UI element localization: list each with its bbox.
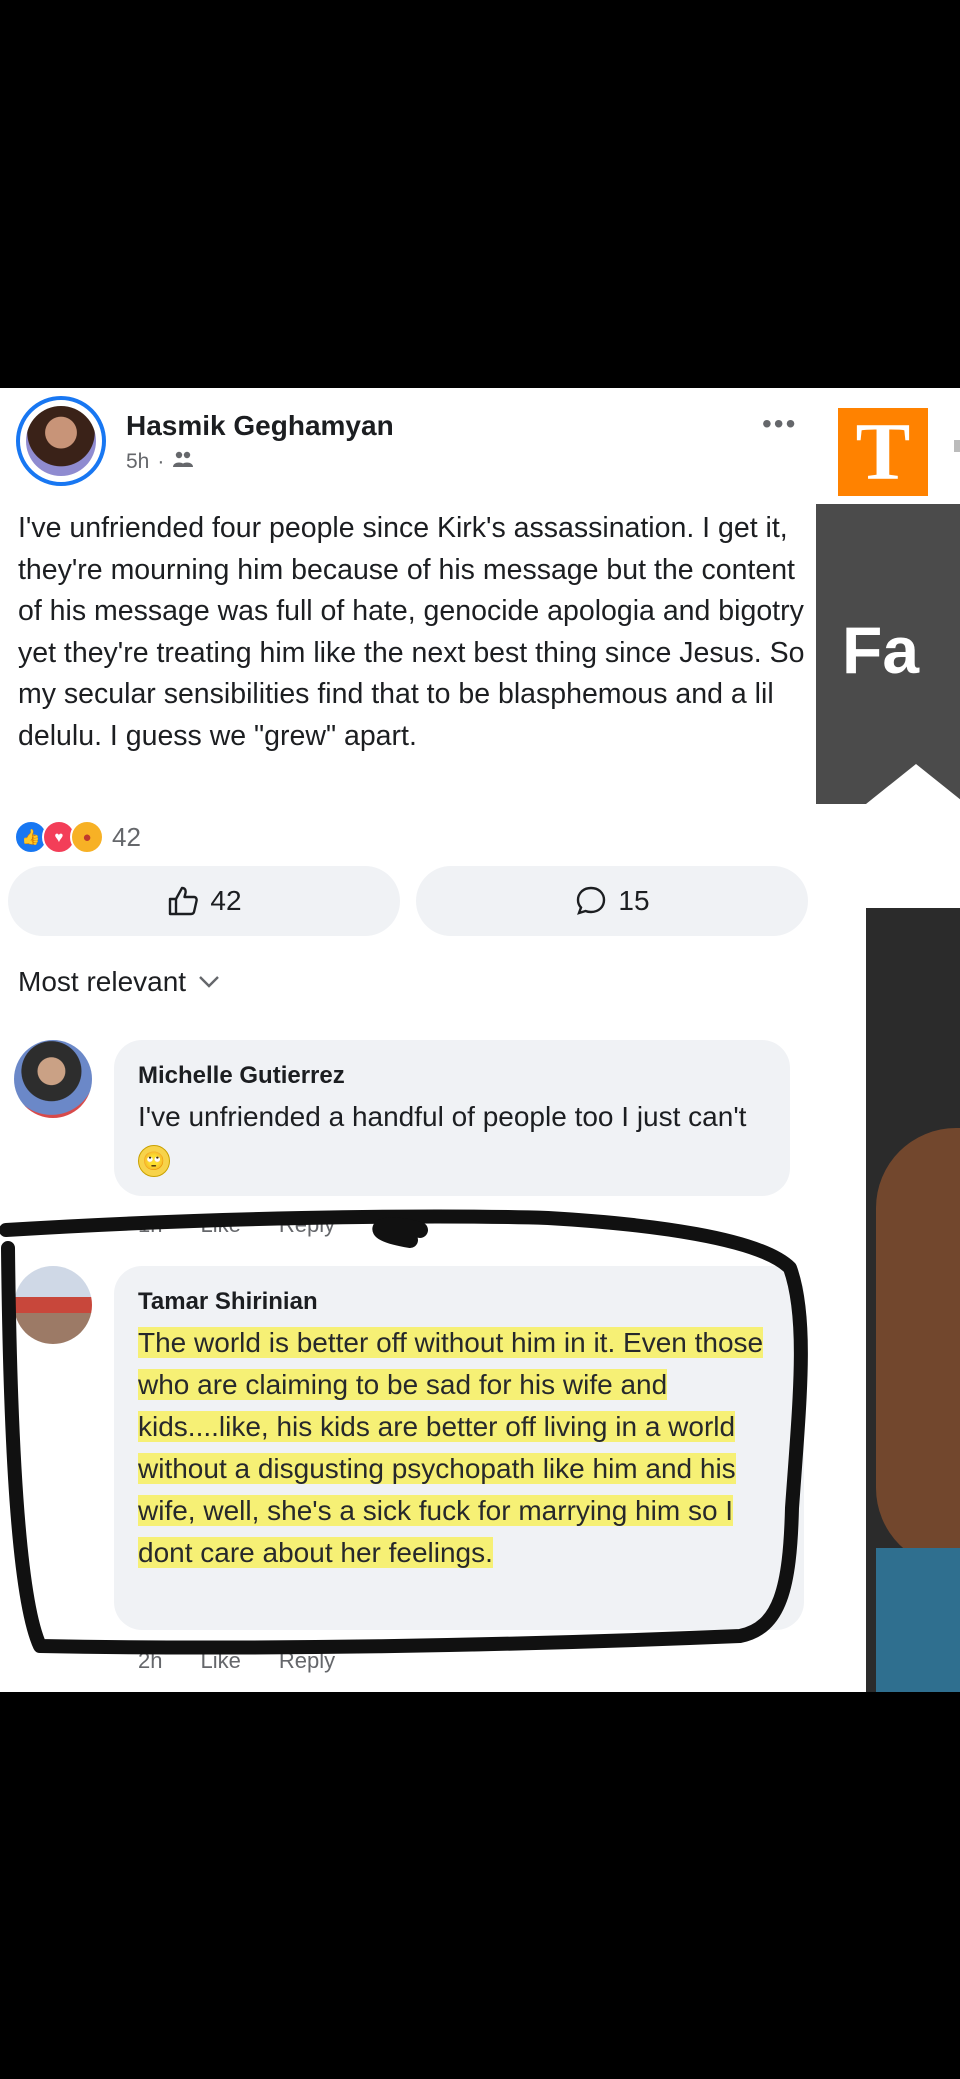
logo-fragment [954, 440, 960, 452]
comment-count: 15 [618, 885, 650, 916]
reaction-count: 42 [112, 821, 141, 852]
chevron-down-icon [198, 969, 220, 995]
comment-button[interactable]: 15 [416, 866, 808, 936]
like-button[interactable]: 42 [8, 866, 400, 936]
screenshot-area: T Fa Hasmik Geghamyan 5h · ••• I've unfr… [0, 388, 960, 1692]
comment-icon [577, 886, 606, 915]
comment-actions: 2h Like Reply [138, 1648, 335, 1674]
care-reaction-icon: ● [70, 820, 104, 854]
comment-text: I've unfriended a handful of people too … [138, 1096, 778, 1180]
comment-sort-dropdown[interactable]: Most relevant [18, 966, 220, 998]
post-author-avatar[interactable] [16, 396, 106, 486]
side-photo-shirt [876, 1548, 960, 1692]
like-count: 42 [210, 885, 242, 916]
comment-like-link[interactable]: Like [200, 1648, 240, 1674]
commenter-name[interactable]: Michelle Gutierrez [138, 1062, 345, 1090]
eye-roll-emoji-icon: 🙄 [138, 1144, 170, 1177]
post-time[interactable]: 5h [126, 450, 149, 474]
side-banner-text: Fa [842, 613, 920, 687]
comment-time[interactable]: 2h [138, 1648, 162, 1674]
banner-notch [866, 764, 960, 804]
thumbs-up-icon [169, 886, 199, 916]
reaction-summary[interactable]: 👍 ♥ ● 42 [14, 820, 141, 854]
comment-time[interactable]: 1h [138, 1212, 162, 1238]
highlighted-comment-text: The world is better off without him in i… [138, 1327, 764, 1568]
comment-bubble: Tamar Shirinian The world is better off … [114, 1266, 804, 1630]
post-meta: 5h · [126, 450, 194, 474]
commenter-avatar[interactable] [14, 1266, 92, 1344]
comment-reply-link[interactable]: Reply [279, 1648, 335, 1674]
comment-like-link[interactable]: Like [200, 1212, 240, 1238]
sort-label: Most relevant [18, 966, 187, 997]
friends-icon [172, 450, 194, 474]
comment-reply-link[interactable]: Reply [279, 1212, 335, 1238]
post-text: I've unfriended four people since Kirk's… [18, 512, 805, 752]
side-panel: T Fa [812, 388, 960, 1692]
comment-bubble: Michelle Gutierrez I've unfriended a han… [114, 1040, 790, 1196]
side-banner: Fa [816, 504, 960, 804]
t-logo: T [838, 408, 928, 496]
commenter-avatar[interactable] [14, 1040, 92, 1118]
post-author-name[interactable]: Hasmik Geghamyan [126, 410, 394, 442]
meta-separator: · [157, 450, 165, 473]
comment-actions: 1h Like Reply [138, 1212, 335, 1238]
side-photo-hair [876, 1128, 960, 1568]
more-options-button[interactable]: ••• [762, 408, 797, 440]
avatar [26, 406, 96, 476]
comment-text-body: I've unfriended a handful of people too … [138, 1101, 747, 1132]
comment-text: The world is better off without him in i… [138, 1322, 778, 1574]
commenter-name[interactable]: Tamar Shirinian [138, 1288, 318, 1316]
